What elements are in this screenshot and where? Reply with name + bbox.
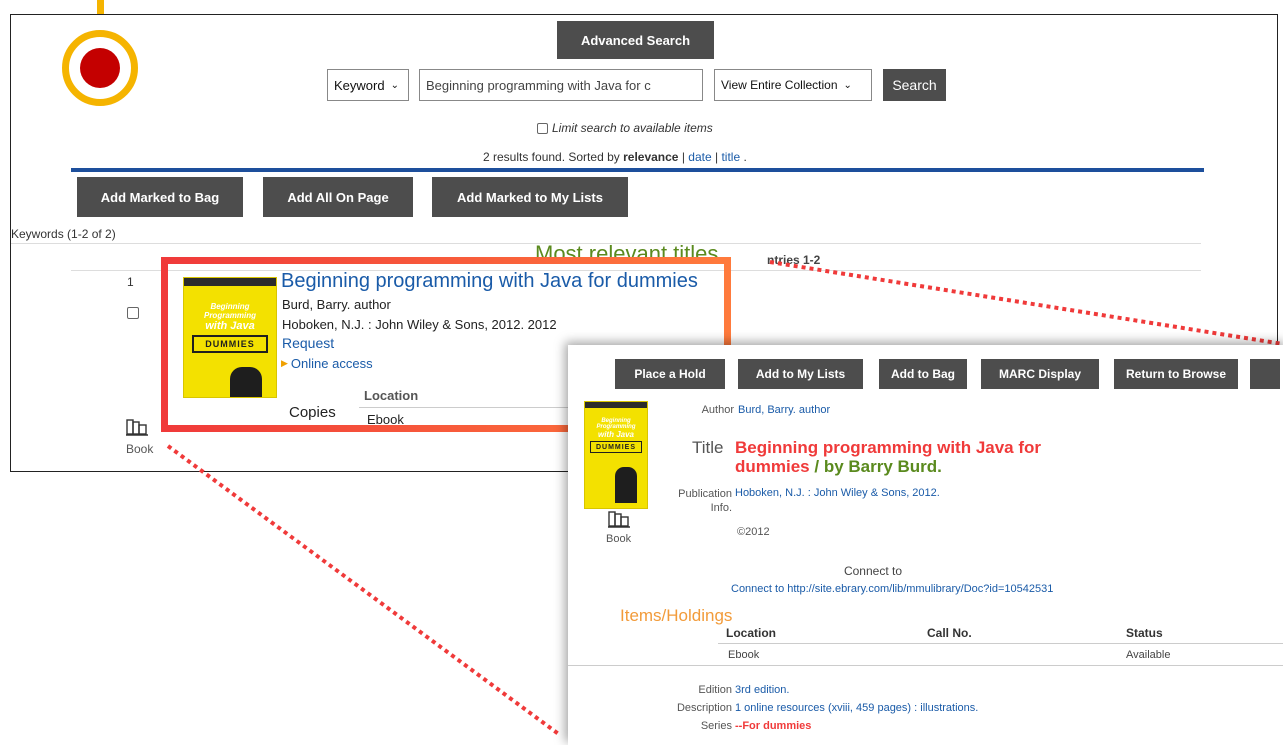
- description-value: 1 online resources (xviii, 459 pages) : …: [735, 702, 979, 714]
- publication-label: Publication Info.: [678, 488, 732, 514]
- author-label: Author: [701, 404, 734, 416]
- return-to-browse-button[interactable]: Return to Browse: [1114, 359, 1238, 389]
- book-cover[interactable]: Beginning Programming with Java DUMMIES: [584, 401, 648, 509]
- description-label: Description: [676, 702, 732, 714]
- publication-value: Hoboken, N.J. : John Wiley & Sons, 2012.: [735, 487, 940, 499]
- place-hold-button[interactable]: Place a Hold: [615, 359, 725, 389]
- divider: [568, 665, 1283, 666]
- series-label: Series: [700, 720, 732, 732]
- record-detail-panel: Place a Hold Add to My Lists Add to Bag …: [568, 345, 1283, 745]
- cover-line2: with Java: [597, 430, 634, 439]
- format-label: Book: [606, 533, 632, 545]
- book-icon: [607, 511, 630, 528]
- holdings-col-callno: Call No.: [927, 626, 972, 640]
- cover-line1: Beginning Programming: [596, 418, 636, 430]
- copyright-date: ©2012: [737, 526, 770, 538]
- add-to-bag-button[interactable]: Add to Bag: [879, 359, 967, 389]
- cover-brand: DUMMIES: [595, 443, 637, 451]
- connect-link[interactable]: Connect to http://site.ebrary.com/lib/mm…: [731, 583, 1053, 595]
- edition-value: 3rd edition.: [735, 684, 790, 696]
- holdings-row-location: Ebook: [728, 649, 760, 661]
- holdings-col-status: Status: [1126, 626, 1163, 640]
- cover-figure: [615, 467, 637, 503]
- more-button[interactable]: [1250, 359, 1280, 389]
- connector-line-bottom: [166, 444, 562, 735]
- divider: [718, 643, 1283, 644]
- book-format: Book: [606, 510, 631, 545]
- author-link[interactable]: Burd, Barry. author: [738, 404, 830, 416]
- holdings-heading: Items/Holdings: [620, 606, 733, 625]
- title-responsibility: / by Barry Burd.: [814, 457, 942, 476]
- marc-display-button[interactable]: MARC Display: [981, 359, 1099, 389]
- cover-band: [585, 402, 647, 408]
- title-label: Title: [692, 438, 724, 457]
- add-to-my-lists-button[interactable]: Add to My Lists: [738, 359, 863, 389]
- edition-label: Edition: [698, 684, 732, 696]
- connect-label: Connect to: [843, 564, 903, 578]
- holdings-col-location: Location: [726, 626, 776, 640]
- cover-brand-box: DUMMIES: [590, 441, 642, 453]
- holdings-row-status: Available: [1126, 649, 1171, 661]
- series-link[interactable]: --For dummies: [735, 720, 811, 732]
- connector-line-top: [769, 260, 1283, 346]
- detail-title: Beginning programming with Java for dumm…: [735, 438, 1065, 476]
